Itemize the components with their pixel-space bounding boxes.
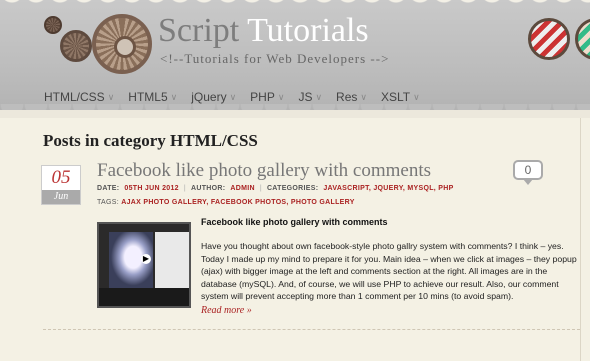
site-tagline: <!--Tutorials for Web Developers --> (160, 51, 390, 66)
meta-separator: | (259, 185, 262, 192)
excerpt-title: Facebook like photo gallery with comment… (201, 217, 388, 227)
post-thumbnail[interactable]: ▶ (97, 222, 191, 308)
post-meta: DATE: 05TH JUN 2012 | AUTHOR: ADMIN | CA… (97, 185, 454, 192)
post-tags: TAGS: AJAX PHOTO GALLERY, FACEBOOK PHOTO… (97, 199, 355, 206)
nav-item-label: Res (336, 90, 358, 104)
chevron-down-icon: ∨ (277, 91, 285, 102)
categories-links[interactable]: JAVASCRIPT, JQUERY, MYSQL, PHP (323, 185, 453, 192)
medium-gear-icon (60, 30, 92, 62)
nav-item-label: XSLT (380, 90, 411, 104)
read-more-link[interactable]: Read more » (201, 305, 252, 316)
red-badge-icon[interactable] (528, 18, 570, 60)
arrow-right-icon: ▶ (141, 254, 151, 264)
tags-label: TAGS: (97, 199, 119, 206)
nav-item-label: PHP (250, 90, 275, 104)
post-date-badge: 05 Jun (41, 165, 81, 205)
post-divider (43, 329, 580, 330)
categories-label: CATEGORIES: (266, 185, 319, 192)
chevron-down-icon: ∨ (413, 91, 420, 102)
site-title-part1: Script (158, 12, 240, 49)
nav-item-label: JS (298, 90, 313, 104)
thumbnail-comments-panel (155, 232, 189, 288)
header-scallop-bottom (0, 104, 590, 110)
page-title: Posts in category HTML/CSS (43, 131, 258, 150)
author-label: AUTHOR: (190, 185, 226, 192)
chevron-down-icon: ∨ (107, 91, 115, 102)
thumbnail-bottom-bar (99, 288, 189, 306)
nav-item-label: HTML5 (128, 90, 168, 104)
post-title-link[interactable]: Facebook like photo gallery with comment… (97, 160, 431, 182)
site-title-part2: Tutorials (247, 12, 369, 49)
green-badge-icon[interactable] (575, 18, 590, 60)
post-day: 05 (51, 167, 71, 188)
date-link[interactable]: 05TH JUN 2012 (124, 185, 178, 192)
chevron-down-icon: ∨ (360, 91, 367, 102)
nav-item-label: HTML/CSS (44, 90, 105, 104)
nav-item-label: jQuery (191, 90, 227, 104)
header-scallop-top (0, 0, 590, 9)
author-link[interactable]: ADMIN (230, 185, 254, 192)
comment-count-badge[interactable]: 0 (513, 160, 543, 185)
site-header: Script Tutorials <!--Tutorials for Web D… (0, 0, 590, 110)
meta-separator: | (183, 185, 186, 192)
site-title[interactable]: Script Tutorials (158, 12, 369, 50)
small-gear-icon (44, 16, 62, 34)
large-gear-icon (92, 14, 152, 74)
date-label: DATE: (97, 185, 120, 192)
tags-links[interactable]: AJAX PHOTO GALLERY, FACEBOOK PHOTOS, PHO… (121, 199, 354, 206)
chevron-down-icon: ∨ (229, 91, 237, 102)
post-month: Jun (42, 190, 80, 204)
post-excerpt: Have you thought about own facebook-styl… (201, 241, 577, 302)
main-content: Posts in category HTML/CSS 05 Jun Facebo… (0, 118, 590, 361)
chevron-down-icon: ∨ (170, 91, 178, 102)
chevron-down-icon: ∨ (315, 91, 323, 102)
